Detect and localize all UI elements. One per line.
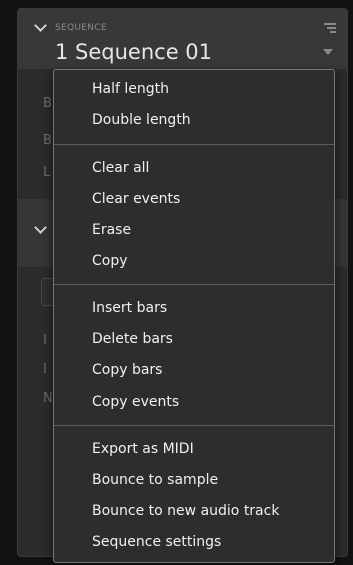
menu-item-copy[interactable]: Copy — [92, 254, 128, 268]
menu-item-erase[interactable]: Erase — [92, 223, 131, 237]
menu-item-delete-bars[interactable]: Delete bars — [92, 332, 173, 346]
menu-item-half-length[interactable]: Half length — [92, 82, 169, 96]
hidden-row-label: B — [43, 96, 52, 111]
menu-separator — [54, 425, 334, 426]
menu-lines-icon[interactable] — [324, 23, 336, 35]
hidden-row-label: N — [43, 391, 53, 406]
menu-item-bounce-to-new-audio-track[interactable]: Bounce to new audio track — [92, 504, 279, 518]
menu-separator — [54, 144, 334, 145]
menu-item-export-as-midi[interactable]: Export as MIDI — [92, 442, 194, 456]
sequence-header: SEQUENCE 1 Sequence 01 — [18, 9, 347, 69]
chevron-down-icon[interactable] — [34, 221, 47, 234]
menu-item-copy-events[interactable]: Copy events — [92, 395, 179, 409]
hidden-row-label: B — [43, 133, 52, 148]
menu-item-insert-bars[interactable]: Insert bars — [92, 301, 167, 315]
menu-item-clear-all[interactable]: Clear all — [92, 161, 149, 175]
menu-item-clear-events[interactable]: Clear events — [92, 192, 180, 206]
hidden-row-label: I — [43, 362, 47, 377]
chevron-down-icon[interactable] — [34, 19, 47, 32]
sequence-context-menu: Half length Double length Clear all Clea… — [53, 69, 335, 563]
hidden-row-label: L — [43, 165, 51, 180]
menu-item-copy-bars[interactable]: Copy bars — [92, 363, 162, 377]
sequence-section-label: SEQUENCE — [55, 23, 107, 33]
menu-item-sequence-settings[interactable]: Sequence settings — [92, 535, 221, 549]
triangle-down-icon[interactable] — [323, 49, 333, 55]
menu-separator — [54, 284, 334, 285]
hidden-row-label: I — [43, 333, 47, 348]
menu-item-double-length[interactable]: Double length — [92, 113, 191, 127]
sequence-title[interactable]: 1 Sequence 01 — [55, 42, 212, 63]
menu-item-bounce-to-sample[interactable]: Bounce to sample — [92, 473, 218, 487]
